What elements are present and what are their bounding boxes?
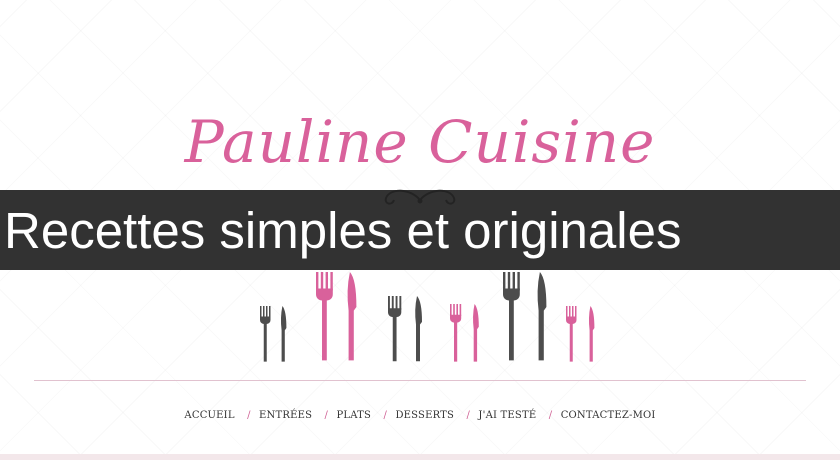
knife-icon (280, 306, 287, 362)
nav-separator: / (548, 410, 553, 421)
knife-icon (537, 272, 547, 361)
tagline-text: Recettes simples et originales (4, 202, 682, 259)
nav-item-desserts[interactable]: DESSERTS (395, 410, 454, 421)
nav-item-entrees[interactable]: ENTRÉES (259, 410, 312, 421)
knife-icon (347, 272, 357, 361)
cutlery-row (260, 272, 595, 362)
nav-separator: / (383, 410, 388, 421)
fork-icon (450, 304, 462, 362)
site-title[interactable]: Pauline Cuisine (0, 108, 840, 176)
nav-separator: / (324, 410, 329, 421)
nav-item-plats[interactable]: PLATS (337, 410, 372, 421)
knife-icon (588, 306, 595, 362)
main-navigation: ACCUEIL / ENTRÉES / PLATS / DESSERTS / J… (0, 410, 840, 421)
knife-icon (415, 296, 422, 362)
fork-icon (388, 296, 402, 362)
fork-icon (316, 272, 333, 361)
nav-item-contactez-moi[interactable]: CONTACTEZ-MOI (561, 410, 656, 421)
header-divider (34, 380, 806, 381)
fork-icon (260, 306, 271, 362)
fork-icon (566, 306, 577, 362)
nav-item-accueil[interactable]: ACCUEIL (184, 410, 234, 421)
knife-icon (473, 304, 479, 362)
nav-separator: / (466, 410, 471, 421)
fork-icon (503, 272, 520, 361)
content-top-edge (0, 454, 840, 460)
nav-separator: / (247, 410, 251, 421)
nav-item-jai-teste[interactable]: J'AI TESTÉ (478, 410, 536, 421)
